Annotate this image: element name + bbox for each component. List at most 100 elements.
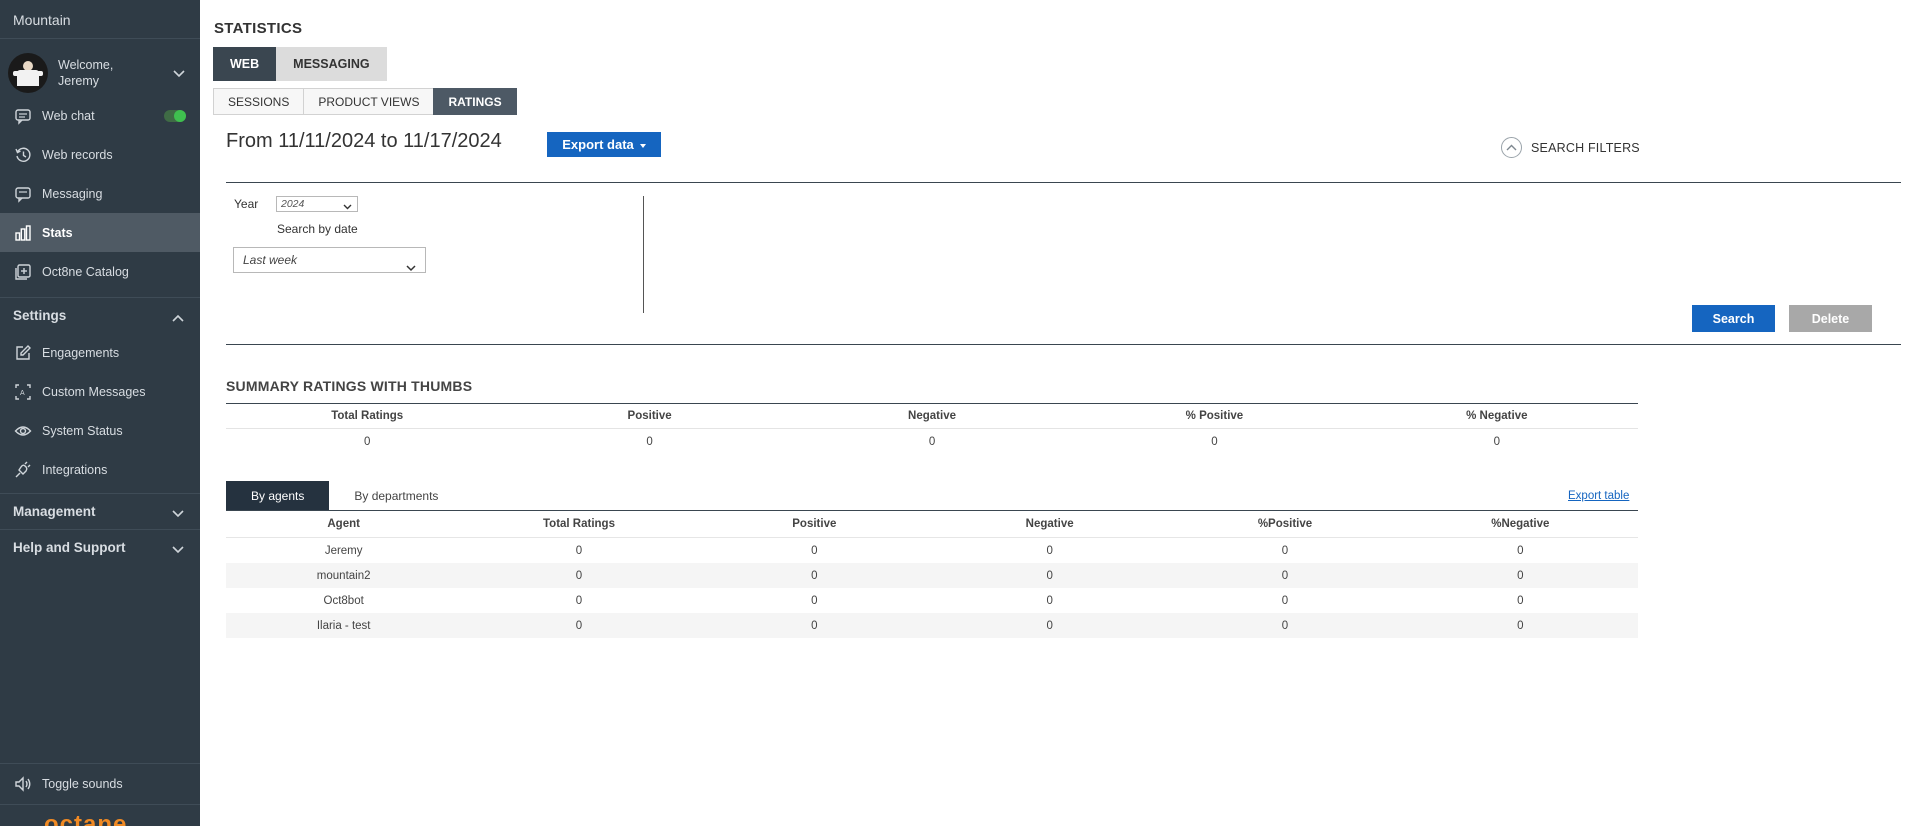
eye-icon: [13, 421, 33, 441]
chevron-down-icon[interactable]: [173, 65, 185, 83]
edit-icon: [13, 343, 33, 363]
table-cell: Ilaria - test: [316, 619, 371, 632]
column-header: Total Ratings: [543, 518, 615, 530]
table-cell: 0: [811, 569, 818, 582]
sidebar-item-integrations[interactable]: Integrations: [0, 450, 200, 489]
toggle-sounds-button[interactable]: Toggle sounds: [0, 764, 200, 804]
speaker-icon: [13, 774, 33, 794]
summary-table: Total Ratings Positive Negative % Positi…: [226, 403, 1638, 454]
sidebar-item-label: Engagements: [42, 345, 120, 360]
logo-text: octane: [44, 811, 128, 826]
table-cell: 0: [1046, 569, 1053, 582]
table-row: Ilaria - test 0 0 0 0 0: [226, 613, 1638, 638]
welcome-label: Welcome,: [58, 57, 114, 72]
main-content: STATISTICS WEB MESSAGING SESSIONS PRODUC…: [200, 0, 1916, 826]
filters-divider-bottom: [226, 344, 1901, 345]
export-data-button[interactable]: Export data: [547, 132, 661, 157]
table-cell: 0: [1281, 569, 1289, 582]
section-label: Settings: [13, 308, 67, 323]
sidebar-item-catalog[interactable]: Oct8ne Catalog: [0, 252, 200, 291]
table-cell: 0: [575, 544, 583, 557]
table-cell: 0: [928, 435, 936, 448]
table-cell: 0: [575, 569, 583, 582]
company-name: Mountain: [0, 0, 200, 39]
tab-sessions[interactable]: SESSIONS: [213, 88, 305, 115]
caret-down-icon: [639, 143, 646, 148]
year-value: 2024: [281, 198, 305, 210]
search-filters-toggle[interactable]: SEARCH FILTERS: [1501, 137, 1640, 158]
tab-messaging[interactable]: MESSAGING: [276, 47, 387, 81]
sidebar-item-label: Messaging: [42, 186, 103, 201]
table-cell: 0: [811, 619, 818, 632]
sidebar-footer: Toggle sounds: [0, 763, 200, 804]
sidebar-item-web-chat[interactable]: Web chat: [0, 96, 200, 135]
table-cell: 0: [364, 435, 371, 448]
chat-icon: [13, 106, 33, 126]
sidebar-item-label: Stats: [42, 225, 73, 240]
table-cell: 0: [1281, 594, 1289, 607]
table-cell: 0: [1046, 594, 1053, 607]
user-name: Jeremy: [58, 73, 99, 88]
tab-by-departments[interactable]: By departments: [329, 481, 463, 511]
table-row: Oct8bot 0 0 0 0 0: [226, 588, 1638, 613]
sidebar-item-label: Toggle sounds: [42, 777, 123, 791]
sidebar-item-custom-messages[interactable]: A Custom Messages: [0, 372, 200, 411]
column-header: Positive: [792, 518, 837, 530]
table-cell: 0: [1517, 594, 1524, 607]
table-cell: 0: [1493, 435, 1501, 448]
user-menu[interactable]: Welcome, Jeremy: [0, 51, 200, 94]
sidebar-section-help[interactable]: Help and Support: [0, 529, 200, 565]
table-cell: 0: [1046, 544, 1053, 557]
web-chat-toggle[interactable]: [164, 110, 186, 122]
table-cell: 0: [575, 594, 583, 607]
section-label: Management: [13, 504, 96, 519]
sidebar-item-web-records[interactable]: Web records: [0, 135, 200, 174]
column-header: % Positive: [1185, 410, 1244, 422]
table-row: mountain2 0 0 0 0 0: [226, 563, 1638, 588]
sidebar-item-system-status[interactable]: System Status: [0, 411, 200, 450]
column-header: Positive: [627, 410, 672, 422]
chevron-up-icon: [1501, 137, 1522, 158]
column-header: %Negative: [1491, 518, 1550, 530]
table-cell: 0: [1281, 619, 1289, 632]
summary-header-row: Total Ratings Positive Negative % Positi…: [226, 404, 1638, 429]
sidebar-section-management[interactable]: Management: [0, 493, 200, 529]
summary-title: SUMMARY RATINGS WITH THUMBS: [226, 378, 473, 394]
message-icon: [13, 184, 33, 204]
filters-vertical-divider: [643, 196, 644, 313]
agents-header-row: Agent Total Ratings Positive Negative %P…: [226, 511, 1638, 538]
agents-table: Agent Total Ratings Positive Negative %P…: [226, 510, 1638, 638]
plug-icon: [13, 460, 33, 480]
sidebar-item-label: Web chat: [42, 108, 95, 123]
table-cell: 0: [1211, 435, 1218, 448]
export-table-link[interactable]: Export table: [1568, 490, 1629, 502]
tab-product-views[interactable]: PRODUCT VIEWS: [303, 88, 435, 115]
sidebar-item-engagements[interactable]: Engagements: [0, 333, 200, 372]
tab-web[interactable]: WEB: [213, 47, 277, 81]
sidebar-item-messaging[interactable]: Messaging: [0, 174, 200, 213]
tab-ratings[interactable]: RATINGS: [433, 88, 517, 115]
section-label: Help and Support: [13, 540, 126, 555]
table-cell: 0: [646, 435, 653, 448]
sidebar-item-stats[interactable]: Stats: [0, 213, 200, 252]
table-cell: 0: [1281, 544, 1289, 557]
chevron-down-icon: [172, 506, 184, 521]
brand-logo: octane: [0, 804, 200, 826]
year-select[interactable]: 2024: [276, 196, 358, 212]
column-header: %Positive: [1257, 518, 1313, 530]
summary-value-row: 0 0 0 0 0: [226, 429, 1638, 454]
tab-by-agents[interactable]: By agents: [226, 481, 330, 511]
table-cell: mountain2: [316, 569, 371, 582]
history-icon: [13, 145, 33, 165]
stats-subtabs: SESSIONS PRODUCT VIEWS RATINGS: [213, 88, 517, 115]
period-value: Last week: [243, 253, 298, 267]
sidebar-item-label: Custom Messages: [42, 384, 146, 399]
svg-text:A: A: [20, 390, 25, 397]
column-header: Agent: [327, 518, 360, 530]
sidebar-section-settings[interactable]: Settings: [0, 297, 200, 333]
catalog-icon: [13, 262, 33, 282]
search-button[interactable]: Search: [1692, 305, 1775, 332]
delete-button[interactable]: Delete: [1789, 305, 1872, 332]
table-cell: 0: [1517, 544, 1524, 557]
period-select[interactable]: Last week: [233, 247, 426, 273]
